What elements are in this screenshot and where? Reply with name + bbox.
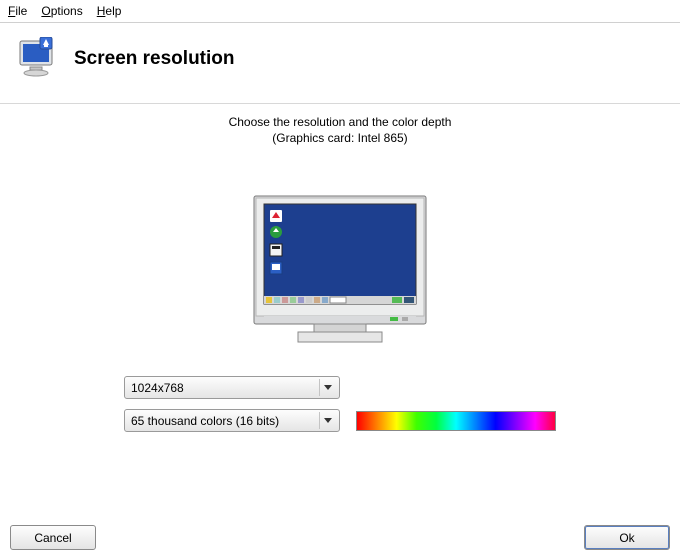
menubar: File Options Help <box>0 0 680 23</box>
header: Screen resolution <box>0 23 680 104</box>
color-spectrum-preview <box>356 411 556 431</box>
menu-options[interactable]: Options <box>41 4 82 18</box>
colordepth-value: 65 thousand colors (16 bits) <box>131 414 279 428</box>
monitor-preview <box>250 192 430 352</box>
controls: 1024x768 65 thousand colors (16 bits) <box>124 376 556 432</box>
resolution-value: 1024x768 <box>131 381 184 395</box>
footer: Cancel Ok <box>0 525 680 550</box>
cancel-button[interactable]: Cancel <box>10 525 96 550</box>
page-title: Screen resolution <box>74 48 235 70</box>
monitor-config-icon <box>18 37 58 81</box>
resolution-select[interactable]: 1024x768 <box>124 376 340 399</box>
menu-file[interactable]: File <box>8 4 27 18</box>
colordepth-select[interactable]: 65 thousand colors (16 bits) <box>124 409 340 432</box>
ok-button[interactable]: Ok <box>584 525 670 550</box>
instruction-text: Choose the resolution and the color dept… <box>229 114 452 146</box>
menu-help[interactable]: Help <box>97 4 122 18</box>
dropdown-arrow-icon <box>319 412 335 429</box>
content: Choose the resolution and the color dept… <box>0 104 680 432</box>
dropdown-arrow-icon <box>319 379 335 396</box>
